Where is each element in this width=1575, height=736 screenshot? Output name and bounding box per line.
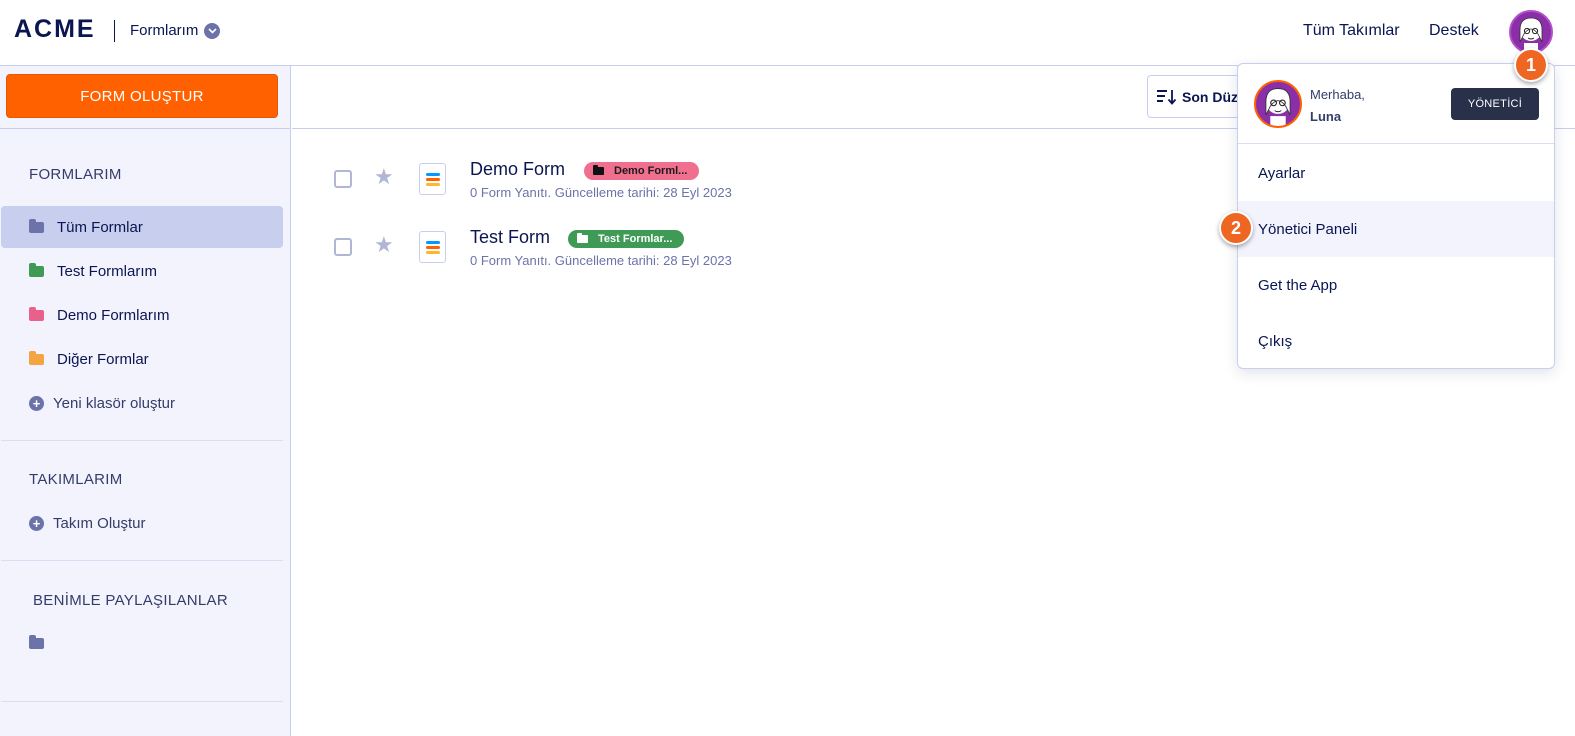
- form-icon: [419, 231, 446, 263]
- folder-icon: [29, 262, 44, 277]
- divider: [1, 701, 283, 702]
- form-list-item[interactable]: ★ Demo Form Demo Forml... 0 Form Yanıtı.…: [292, 157, 1232, 217]
- acme-logo[interactable]: ACME: [14, 15, 96, 44]
- divider: [1, 440, 283, 441]
- create-team-label: Takım Oluştur: [53, 514, 146, 532]
- divider: [0, 128, 291, 129]
- folder-icon: [29, 218, 44, 233]
- star-icon[interactable]: ★: [374, 164, 394, 190]
- step-badge-2: 2: [1219, 211, 1253, 245]
- menu-item-admin-console[interactable]: Yönetici Paneli: [1238, 201, 1554, 257]
- logo-divider: [114, 20, 115, 42]
- sidebar-item-all-forms[interactable]: Tüm Formlar: [1, 206, 283, 248]
- folder-icon: [577, 233, 588, 243]
- sidebar-item-label: Test Formlarım: [57, 262, 158, 280]
- menu-item-get-app[interactable]: Get the App: [1238, 257, 1554, 313]
- folder-tag-label: Test Formlar...: [598, 233, 673, 245]
- folder-tag[interactable]: Test Formlar...: [568, 230, 685, 248]
- star-icon[interactable]: ★: [374, 232, 394, 258]
- sidebar: FORM OLUŞTUR FORMLARIM Tüm Formlar Test …: [0, 66, 291, 736]
- divider: [1, 560, 283, 561]
- new-folder-button[interactable]: + Yeni klasör oluştur: [1, 382, 283, 424]
- teams-section-title: TAKIMLARIM: [29, 471, 123, 488]
- nav-support[interactable]: Destek: [1429, 22, 1479, 40]
- form-select-checkbox[interactable]: [334, 170, 352, 188]
- folder-icon: [29, 306, 44, 321]
- create-team-button[interactable]: + Takım Oluştur: [1, 502, 283, 544]
- user-name: Luna: [1310, 109, 1342, 124]
- folder-icon: [29, 350, 44, 365]
- admin-role-badge[interactable]: YÖNETİCİ: [1451, 88, 1539, 120]
- form-select-checkbox[interactable]: [334, 238, 352, 256]
- user-avatar-icon: [1265, 88, 1291, 126]
- chevron-down-icon: [204, 22, 221, 39]
- sidebar-item-demo-forms[interactable]: Demo Formlarım: [1, 294, 283, 336]
- sort-label: Son Düz: [1182, 88, 1238, 105]
- product-switcher[interactable]: Formlarım: [130, 22, 221, 39]
- menu-item-settings[interactable]: Ayarlar: [1238, 145, 1554, 201]
- user-menu-dropdown: Merhaba, Luna YÖNETİCİ Ayarlar Yönetici …: [1237, 63, 1555, 369]
- sidebar-item-label: Diğer Formlar: [57, 350, 149, 368]
- form-icon: [419, 163, 446, 195]
- plus-icon: +: [29, 515, 44, 531]
- top-bar: ACME Formlarım Tüm Takımlar Destek: [0, 0, 1575, 66]
- new-folder-label: Yeni klasör oluştur: [53, 394, 176, 412]
- sidebar-item-other-forms[interactable]: Diğer Formlar: [1, 338, 283, 380]
- sidebar-item-test-forms[interactable]: Test Formlarım: [1, 250, 283, 292]
- sort-icon: [1157, 89, 1177, 105]
- plus-icon: +: [29, 395, 44, 411]
- folder-icon: [29, 634, 44, 649]
- user-avatar-icon: [1519, 17, 1543, 52]
- menu-item-logout[interactable]: Çıkış: [1238, 313, 1554, 368]
- sidebar-item-label: Tüm Formlar: [57, 218, 143, 236]
- form-list-item[interactable]: ★ Test Form Test Formlar... 0 Form Yanıt…: [292, 225, 1232, 285]
- sidebar-item-shared-folder[interactable]: [1, 622, 283, 664]
- form-meta: 0 Form Yanıtı. Güncelleme tarihi: 28 Eyl…: [470, 253, 732, 268]
- user-menu-header: Merhaba, Luna YÖNETİCİ: [1238, 64, 1554, 144]
- nav-all-teams[interactable]: Tüm Takımlar: [1303, 22, 1400, 40]
- sidebar-item-label: Demo Formlarım: [57, 306, 170, 324]
- forms-section-title: FORMLARIM: [29, 166, 122, 183]
- form-meta: 0 Form Yanıtı. Güncelleme tarihi: 28 Eyl…: [470, 185, 732, 200]
- avatar: [1254, 80, 1302, 128]
- folder-tag-label: Demo Forml...: [614, 165, 688, 177]
- shared-section-title: BENİMLE PAYLAŞILANLAR: [33, 592, 228, 609]
- form-title[interactable]: Test Form: [470, 227, 550, 248]
- greeting-text: Merhaba,: [1310, 87, 1365, 102]
- folder-tag[interactable]: Demo Forml...: [584, 162, 700, 180]
- folder-icon: [593, 165, 604, 175]
- product-name: Formlarım: [130, 22, 199, 39]
- form-title[interactable]: Demo Form: [470, 159, 565, 180]
- create-form-button[interactable]: FORM OLUŞTUR: [6, 74, 278, 118]
- step-badge-1: 1: [1514, 48, 1548, 82]
